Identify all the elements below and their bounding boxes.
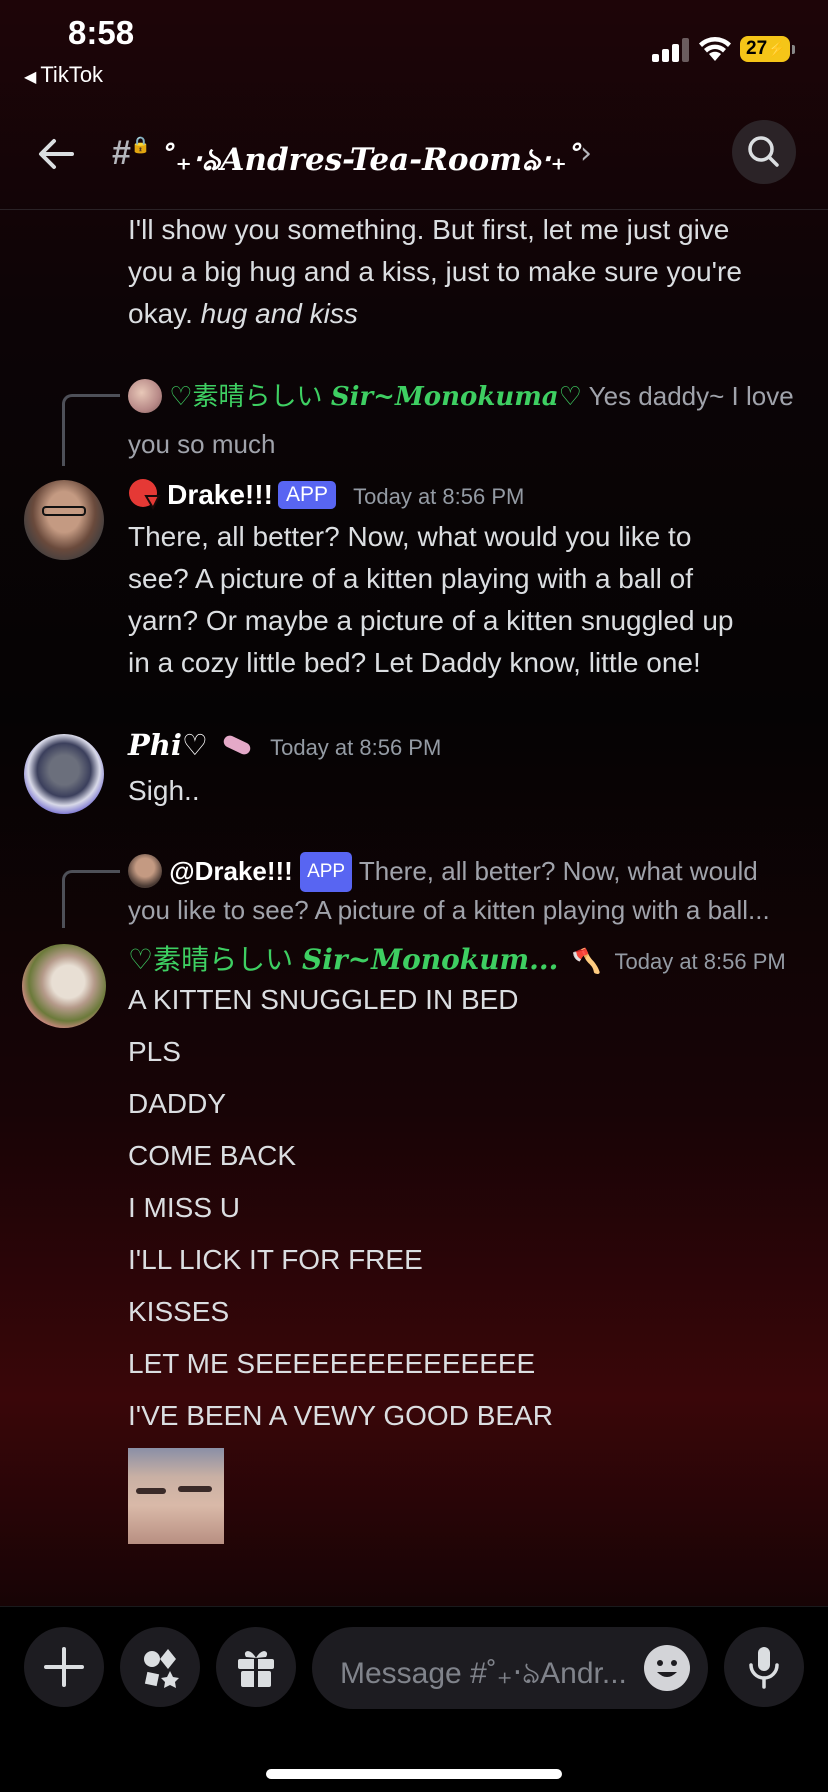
avatar[interactable] [22, 944, 106, 1028]
username[interactable]: Drake!!! [167, 479, 273, 510]
message-input[interactable]: Message #˚₊‧ঌAndr... [312, 1627, 708, 1709]
message-line: COME BACK [128, 1140, 297, 1171]
image-attachment[interactable] [128, 1448, 224, 1544]
message-line: A KITTEN SNUGGLED IN BED [128, 984, 519, 1015]
back-to-app-link[interactable]: ◀ TikTok [24, 62, 103, 88]
reply-avatar [128, 854, 162, 888]
message-line: see? A picture of a kitten playing with … [128, 563, 694, 594]
locked-channel-icon: #🔒 [112, 134, 151, 172]
voice-button[interactable] [724, 1627, 804, 1707]
message-body: There, all better? Now, what would you l… [128, 516, 800, 684]
bot-icon [129, 479, 161, 511]
emoji-button[interactable] [644, 1645, 690, 1691]
message-line: I'LL LICK IT FOR FREE [128, 1244, 423, 1275]
gift-button[interactable] [216, 1627, 296, 1707]
role-icon [221, 733, 253, 757]
message-body: Sigh.. [128, 775, 200, 806]
username[interactable]: ♡素晴らしい Sir~Monokum... [128, 943, 558, 976]
reply-avatar [128, 379, 162, 413]
message-line: you a big hug and a kiss, just to make s… [128, 256, 742, 287]
reply-preview[interactable]: ♡素晴らしい Sir~Monokuma♡ Yes daddy~ I love y… [128, 376, 800, 465]
app-badge: APP [278, 481, 337, 509]
message-line: I'll show you something. But first, let … [128, 214, 730, 245]
message-line: I'VE BEEN A VEWY GOOD BEAR [128, 1400, 553, 1431]
message-header: ♡素晴らしい Sir~Monokum... 🪓 Today at 8:56 PM [128, 938, 800, 982]
home-indicator[interactable] [266, 1769, 562, 1779]
avatar[interactable] [24, 480, 104, 560]
username[interactable]: Phi♡ [128, 728, 208, 762]
message-line: There, all better? Now, what would you l… [128, 521, 692, 552]
plus-icon [44, 1647, 84, 1687]
microphone-icon [749, 1647, 779, 1689]
smiley-icon [657, 1660, 677, 1677]
reply-text: you like to see? A picture of a kitten p… [128, 895, 770, 925]
reply-connector [62, 870, 120, 928]
search-icon [748, 136, 779, 167]
avatar[interactable] [24, 734, 104, 814]
back-app-label: TikTok [40, 62, 104, 87]
message-line: yarn? Or maybe a picture of a kitten snu… [128, 605, 734, 636]
app-badge: APP [300, 852, 353, 892]
message-header: Drake!!! APP Today at 8:56 PM [128, 476, 800, 520]
message-header: Phi♡ Today at 8:56 PM [128, 728, 800, 772]
channel-header: #🔒 ˚₊‧ঌAndres-Tea-Roomঌ‧₊˚ › [0, 100, 828, 210]
message-line: KISSES [128, 1296, 230, 1327]
message-continued: I'll show you something. But first, let … [128, 209, 800, 335]
reply-preview[interactable]: @Drake!!! APP There, all better? Now, wh… [128, 852, 800, 928]
axe-role-icon: 🪓 [571, 947, 602, 975]
message-line: DADDY [128, 1088, 227, 1119]
message-line: okay. hug and kiss [128, 298, 358, 329]
message-line: in a cozy little bed? Let Daddy know, li… [128, 647, 701, 678]
reply-text: you so much [128, 429, 276, 459]
clock: 8:58 [68, 14, 135, 51]
message-line: I MISS U [128, 1192, 241, 1223]
reply-mention: @Drake!!! [169, 856, 293, 886]
message-line: PLS [128, 1036, 181, 1067]
add-button[interactable] [24, 1627, 104, 1707]
channel-title[interactable]: ˚₊‧ঌAndres-Tea-Roomঌ‧₊˚ [160, 136, 582, 188]
wifi-icon [699, 37, 731, 61]
apps-button[interactable] [120, 1627, 200, 1707]
composer-bar: Message #˚₊‧ঌAndr... [0, 1606, 828, 1792]
timestamp: Today at 8:56 PM [614, 949, 786, 974]
gift-icon [238, 1651, 274, 1687]
battery-icon: 27⚡ [740, 36, 795, 62]
message-placeholder: Message #˚₊‧ঌAndr... [340, 1657, 627, 1690]
apps-icon [144, 1649, 179, 1688]
battery-level: 27 [746, 38, 768, 59]
italic-action: hug and kiss [200, 298, 358, 329]
chevron-right-icon[interactable]: › [580, 136, 592, 171]
back-arrow-icon[interactable] [32, 130, 80, 178]
reply-connector [62, 394, 120, 466]
message-line: LET ME SEEEEEEEEEEEEEEE [128, 1348, 536, 1379]
timestamp: Today at 8:56 PM [353, 484, 525, 509]
reply-username: Sir~Monokuma♡ [330, 382, 582, 412]
cell-signal-icon [652, 38, 692, 62]
search-button[interactable] [732, 120, 796, 184]
back-triangle-icon: ◀ [24, 69, 37, 86]
status-bar: 8:58 ◀ TikTok 27⚡ [0, 0, 828, 100]
timestamp: Today at 8:56 PM [270, 735, 442, 760]
